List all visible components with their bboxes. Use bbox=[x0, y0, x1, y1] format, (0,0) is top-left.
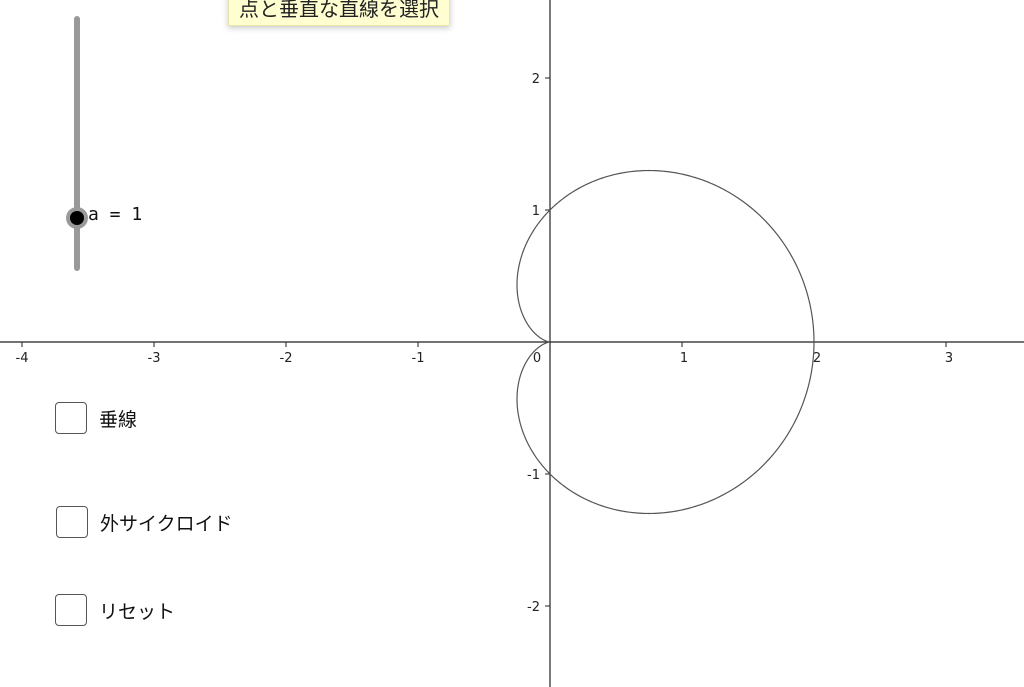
tool-tooltip: 点と垂直な直線を選択 bbox=[228, 0, 450, 26]
x-tick-label: -1 bbox=[412, 351, 425, 366]
slider-track[interactable] bbox=[74, 16, 80, 271]
slider-label: a = 1 bbox=[88, 204, 143, 225]
checkbox-row-epicycloid[interactable]: 外サイクロイド bbox=[56, 506, 233, 538]
checkbox-label: 外サイクロイド bbox=[100, 512, 233, 535]
x-tick-label: -2 bbox=[280, 351, 293, 366]
y-tick-label: -2 bbox=[527, 600, 540, 615]
y-tick-label: -1 bbox=[527, 468, 540, 483]
slider-handle[interactable] bbox=[66, 207, 88, 229]
graphics-view[interactable]: -4 -3 -2 -1 0 1 2 3 2 1 -1 -2 bbox=[0, 0, 1024, 687]
checkbox-reset[interactable] bbox=[55, 594, 87, 626]
checkbox-label: 垂線 bbox=[99, 408, 138, 431]
checkbox-perpendicular[interactable] bbox=[55, 402, 87, 434]
origin-label: 0 bbox=[533, 351, 541, 366]
checkbox-epicycloid[interactable] bbox=[56, 506, 88, 538]
y-tick-label: 2 bbox=[532, 72, 540, 87]
tooltip-text: 点と垂直な直線を選択 bbox=[239, 0, 439, 21]
checkbox-row-reset[interactable]: リセット bbox=[55, 594, 175, 626]
checkbox-label: リセット bbox=[99, 600, 176, 623]
x-tick-label: 3 bbox=[945, 351, 953, 366]
slider-handle-dot bbox=[70, 211, 84, 225]
geogebra-app: -4 -3 -2 -1 0 1 2 3 2 1 -1 -2 点と垂直な直線を選択… bbox=[0, 0, 1024, 687]
x-tick-label: 1 bbox=[680, 351, 688, 366]
y-tick-label: 1 bbox=[532, 204, 540, 219]
x-tick-label: -3 bbox=[148, 351, 161, 366]
checkbox-row-perpendicular[interactable]: 垂線 bbox=[55, 402, 137, 434]
x-tick-label: -4 bbox=[16, 351, 29, 366]
